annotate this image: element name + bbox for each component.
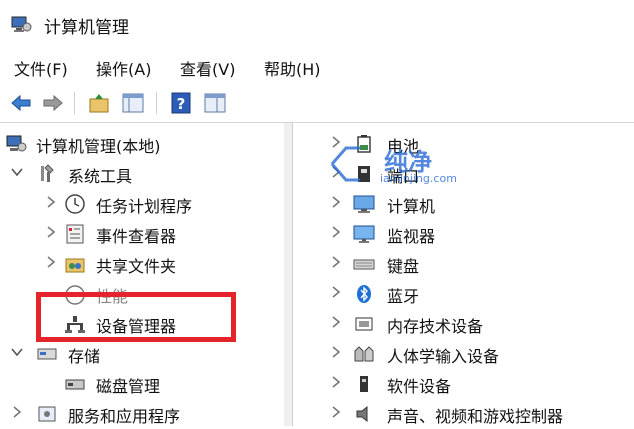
tree-label: 计算机管理(本地) (36, 137, 161, 156)
chevron-right-icon[interactable] (44, 225, 58, 239)
chevron-right-icon[interactable] (329, 405, 343, 419)
tree-label: 任务计划程序 (96, 197, 193, 216)
tools-icon (41, 164, 54, 182)
menu-bar: 文件(F) 操作(A) 查看(V) 帮助(H) (0, 50, 634, 82)
device-row-sound[interactable]: 声音、视频和游戏控制器 (293, 399, 634, 429)
chevron-right-icon[interactable] (329, 195, 343, 209)
help-icon[interactable]: ? (168, 90, 194, 116)
chevron-right-icon[interactable] (329, 225, 343, 239)
computer-management-icon (6, 135, 27, 152)
chevron-down-icon[interactable] (10, 345, 24, 359)
shared-folder-icon (65, 258, 85, 273)
device-row-hid[interactable]: 人体学输入设备 (293, 339, 634, 369)
computer-management-icon (11, 16, 32, 32)
tree-root[interactable]: 计算机管理(本地) (0, 129, 284, 159)
services-icon (38, 406, 56, 422)
tree-item-event-viewer[interactable]: 事件查看器 (0, 219, 284, 249)
navigation-tree: 计算机管理(本地) 系统工具 任务计划程序 事件查看器 共享文件夹 性能 设备管… (0, 123, 285, 426)
hid-icon (354, 346, 374, 362)
device-label: 监视器 (387, 227, 436, 246)
tree-item-services-apps[interactable]: 服务和应用程序 (0, 399, 284, 429)
folder-up-icon[interactable] (86, 90, 112, 116)
storage-icon (37, 348, 57, 360)
tree-item-system-tools[interactable]: 系统工具 (0, 159, 284, 189)
highlight-box (36, 292, 236, 342)
title-bar: 计算机管理 (0, 0, 634, 48)
device-label: 键盘 (387, 257, 420, 276)
monitor-icon (353, 225, 375, 243)
event-viewer-icon (66, 224, 84, 244)
chevron-right-icon[interactable] (44, 255, 58, 269)
tree-item-task-scheduler[interactable]: 任务计划程序 (0, 189, 284, 219)
chevron-right-icon[interactable] (10, 405, 24, 419)
sound-icon (356, 405, 368, 423)
watermark: 纯净 ianlinjing.com (326, 140, 506, 190)
tree-label: 事件查看器 (96, 227, 177, 246)
chevron-right-icon[interactable] (329, 345, 343, 359)
watermark-logo-icon (330, 146, 360, 182)
menu-action[interactable]: 操作(A) (96, 56, 151, 80)
forward-arrow-icon[interactable] (40, 90, 66, 116)
tree-label: 服务和应用程序 (68, 407, 181, 426)
back-arrow-icon[interactable] (8, 90, 34, 116)
device-label: 人体学输入设备 (387, 347, 500, 366)
device-label: 软件设备 (387, 377, 452, 396)
memory-icon (355, 317, 373, 331)
tree-item-storage[interactable]: 存储 (0, 339, 284, 369)
computer-icon (353, 195, 375, 213)
software-device-icon (360, 376, 368, 392)
chevron-right-icon[interactable] (329, 315, 343, 329)
bluetooth-icon (357, 285, 371, 303)
tree-item-shared-folders[interactable]: 共享文件夹 (0, 249, 284, 279)
tree-item-disk-management[interactable]: 磁盘管理 (0, 369, 284, 399)
show-hide-tree-icon[interactable] (120, 90, 146, 116)
device-label: 蓝牙 (387, 287, 420, 306)
device-row-memory[interactable]: 内存技术设备 (293, 309, 634, 339)
chevron-down-icon[interactable] (10, 165, 24, 179)
disk-icon (65, 379, 85, 390)
device-row-software[interactable]: 软件设备 (293, 369, 634, 399)
svg-text:?: ? (177, 95, 186, 113)
keyboard-icon (353, 259, 375, 270)
tree-label: 共享文件夹 (96, 257, 177, 276)
device-row-computer[interactable]: 计算机 (293, 189, 634, 219)
chevron-right-icon[interactable] (329, 375, 343, 389)
chevron-right-icon[interactable] (44, 195, 58, 209)
chevron-right-icon[interactable] (329, 255, 343, 269)
properties-icon[interactable] (202, 90, 228, 116)
clock-icon (65, 194, 85, 214)
menu-view[interactable]: 查看(V) (180, 56, 235, 80)
tree-label: 磁盘管理 (96, 377, 161, 396)
pane-divider[interactable] (284, 123, 292, 426)
device-label: 计算机 (387, 197, 436, 216)
device-label: 声音、视频和游戏控制器 (387, 407, 564, 426)
device-row-bluetooth[interactable]: 蓝牙 (293, 279, 634, 309)
menu-file[interactable]: 文件(F) (14, 56, 68, 80)
watermark-url: ianlinjing.com (380, 172, 457, 185)
menu-help[interactable]: 帮助(H) (264, 56, 321, 80)
device-row-monitor[interactable]: 监视器 (293, 219, 634, 249)
device-label: 内存技术设备 (387, 317, 484, 336)
tree-label: 系统工具 (68, 167, 133, 186)
device-row-keyboard[interactable]: 键盘 (293, 249, 634, 279)
window-title: 计算机管理 (44, 18, 129, 38)
chevron-right-icon[interactable] (329, 285, 343, 299)
tree-label: 存储 (68, 347, 101, 366)
toolbar: ? (0, 84, 634, 123)
